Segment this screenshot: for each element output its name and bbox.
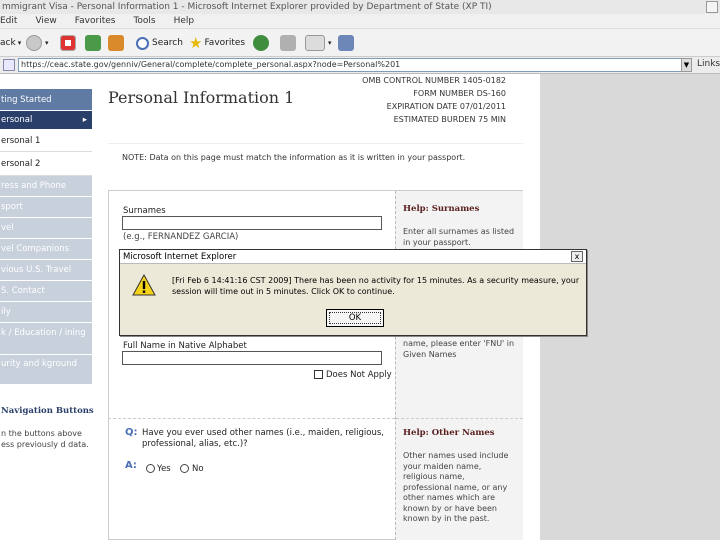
divider [108, 418, 395, 419]
yes-label: Yes [157, 464, 171, 474]
history-button[interactable] [253, 33, 272, 53]
surnames-input[interactable] [122, 216, 382, 230]
no-radio[interactable] [180, 464, 189, 473]
browser-toolbar: ack ▾ ▾ Search ★ Favorites ▾ [0, 29, 720, 57]
links-button[interactable]: Links [697, 59, 720, 69]
mail-button[interactable] [280, 33, 299, 53]
sidebar-item-work-education[interactable]: k / Education / ining [0, 323, 92, 355]
chevron-down-icon: ▾ [17, 39, 22, 47]
ok-button[interactable]: OK [326, 309, 384, 327]
sidebar-item-travel-companions[interactable]: vel Companions [0, 239, 92, 260]
forward-arrow-icon [26, 35, 42, 51]
native-name-input[interactable] [122, 351, 382, 365]
chevron-down-icon: ▾ [328, 39, 332, 47]
address-input[interactable]: https://ceac.state.gov/genniv/General/co… [18, 58, 692, 72]
nav-buttons-text: n the buttons above ess previously d dat… [1, 429, 89, 449]
help-given-text: name, please enter 'FNU' in Given Names [403, 339, 515, 359]
surnames-label: Surnames [123, 206, 166, 216]
does-not-apply-checkbox[interactable] [314, 370, 323, 379]
dialog-title: Microsoft Internet Explorer [120, 250, 586, 264]
window-title-bar: mmigrant Visa - Personal Information 1 -… [0, 0, 720, 14]
home-button[interactable] [108, 33, 127, 53]
menu-help[interactable]: Help [174, 14, 195, 29]
help-divider [396, 418, 523, 419]
menu-favorites[interactable]: Favorites [75, 14, 116, 29]
nav-buttons-title: Navigation Buttons [1, 406, 94, 416]
omb-info: OMB CONTROL NUMBER 1405-0182 FORM NUMBER… [362, 76, 506, 124]
page-title: Personal Information 1 [108, 88, 295, 107]
dialog-message: [Fri Feb 6 14:41:16 CST 2009] There has … [172, 276, 580, 296]
print-button[interactable]: ▾ [305, 33, 332, 53]
chevron-right-icon: ▸ [82, 115, 87, 125]
window-title: mmigrant Visa - Personal Information 1 -… [2, 2, 492, 12]
home-icon [108, 35, 124, 51]
sidebar-item-us-contact[interactable]: S. Contact [0, 281, 92, 302]
sidebar-item-travel[interactable]: vel [0, 218, 92, 239]
sidebar-item-address-phone[interactable]: ress and Phone [0, 176, 92, 197]
refresh-icon [85, 35, 101, 51]
address-bar: https://ceac.state.gov/genniv/General/co… [0, 57, 720, 74]
dialog-close-button[interactable]: x [571, 251, 583, 262]
history-icon [253, 35, 269, 51]
sidebar-item-personal-2[interactable]: ersonal 2 [0, 152, 92, 176]
surnames-example: (e.g., FERNANDEZ GARCIA) [123, 232, 239, 242]
help-surnames-title: Help: Surnames [403, 204, 480, 214]
discuss-icon [338, 35, 354, 51]
page-icon [3, 59, 15, 71]
sidebar-item-personal[interactable]: ersonal ▸ [0, 111, 92, 130]
help-other-names-text: Other names used include your maiden nam… [403, 451, 509, 523]
back-button[interactable]: ack ▾ [0, 33, 21, 53]
session-timeout-dialog: Microsoft Internet Explorer x [Fri Feb 6… [119, 249, 587, 336]
sidebar-item-passport[interactable]: sport [0, 197, 92, 218]
sidebar-item-getting-started[interactable]: ting Started [0, 89, 92, 111]
sidebar-item-personal-1[interactable]: ersonal 1 [0, 130, 92, 152]
search-button[interactable]: Search [136, 33, 183, 53]
stop-icon [60, 35, 76, 51]
sidebar-item-previous-travel[interactable]: vious U.S. Travel [0, 260, 92, 281]
warning-icon [132, 274, 156, 296]
question-marker: Q: [125, 427, 138, 438]
native-name-label: Full Name in Native Alphabet [123, 341, 247, 351]
help-surnames-text: Enter all surnames as listed in your pas… [403, 227, 515, 247]
print-icon [305, 35, 325, 51]
refresh-button[interactable] [85, 33, 104, 53]
stop-button[interactable] [60, 33, 79, 53]
discuss-button[interactable] [338, 33, 357, 53]
menu-edit[interactable]: Edit [0, 14, 17, 29]
forward-button[interactable]: ▾ [26, 33, 49, 53]
search-icon [136, 36, 149, 50]
help-other-names-title: Help: Other Names [403, 428, 495, 438]
sidebar-item-family[interactable]: ily [0, 302, 92, 323]
minimize-button[interactable] [706, 1, 718, 13]
favorites-button[interactable]: ★ Favorites [189, 33, 245, 53]
menu-bar: Edit View Favorites Tools Help [0, 14, 720, 29]
menu-tools[interactable]: Tools [133, 14, 155, 29]
yes-radio[interactable] [146, 464, 155, 473]
star-icon: ★ [189, 34, 203, 52]
address-dropdown-button[interactable]: ▼ [681, 58, 692, 72]
does-not-apply-label: Does Not Apply [326, 370, 392, 380]
other-names-question: Have you ever used other names (i.e., ma… [142, 428, 385, 449]
answer-marker: A: [125, 460, 137, 471]
menu-view[interactable]: View [35, 14, 56, 29]
passport-note: NOTE: Data on this page must match the i… [108, 143, 523, 173]
mail-icon [280, 35, 296, 51]
chevron-down-icon: ▾ [45, 39, 49, 47]
sidebar-item-security-background[interactable]: urity and kground [0, 355, 92, 385]
no-label: No [192, 464, 204, 474]
